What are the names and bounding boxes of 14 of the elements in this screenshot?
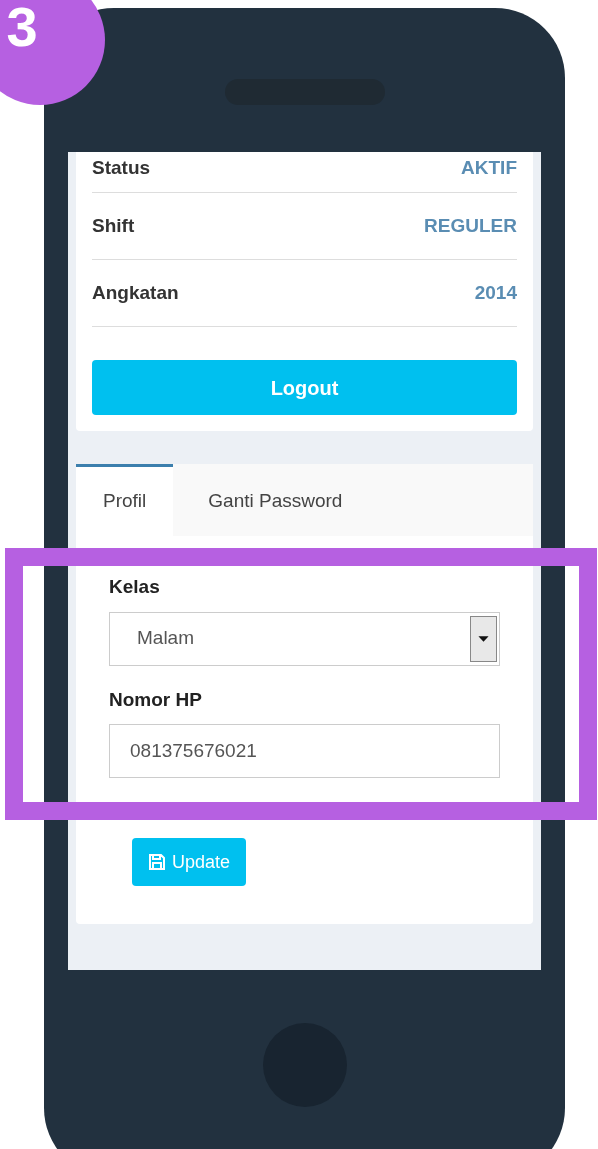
save-icon [148,853,166,871]
info-label: Status [92,155,151,180]
info-value: 2014 [474,280,517,305]
caret-icon [470,615,497,662]
field-label: Kelas [109,575,161,599]
step-badge: 3 [0,0,105,105]
field-label: Nomor HP [109,687,203,712]
select-field[interactable]: Malam [109,611,500,666]
input-field[interactable]: 081375676021 [109,724,500,778]
info-value: REGULER [424,213,517,238]
info-label: Shift [92,213,135,238]
info-label: Angkatan [92,280,179,305]
tab[interactable]: Profil [76,464,174,536]
info-value: AKTIF [461,155,517,180]
